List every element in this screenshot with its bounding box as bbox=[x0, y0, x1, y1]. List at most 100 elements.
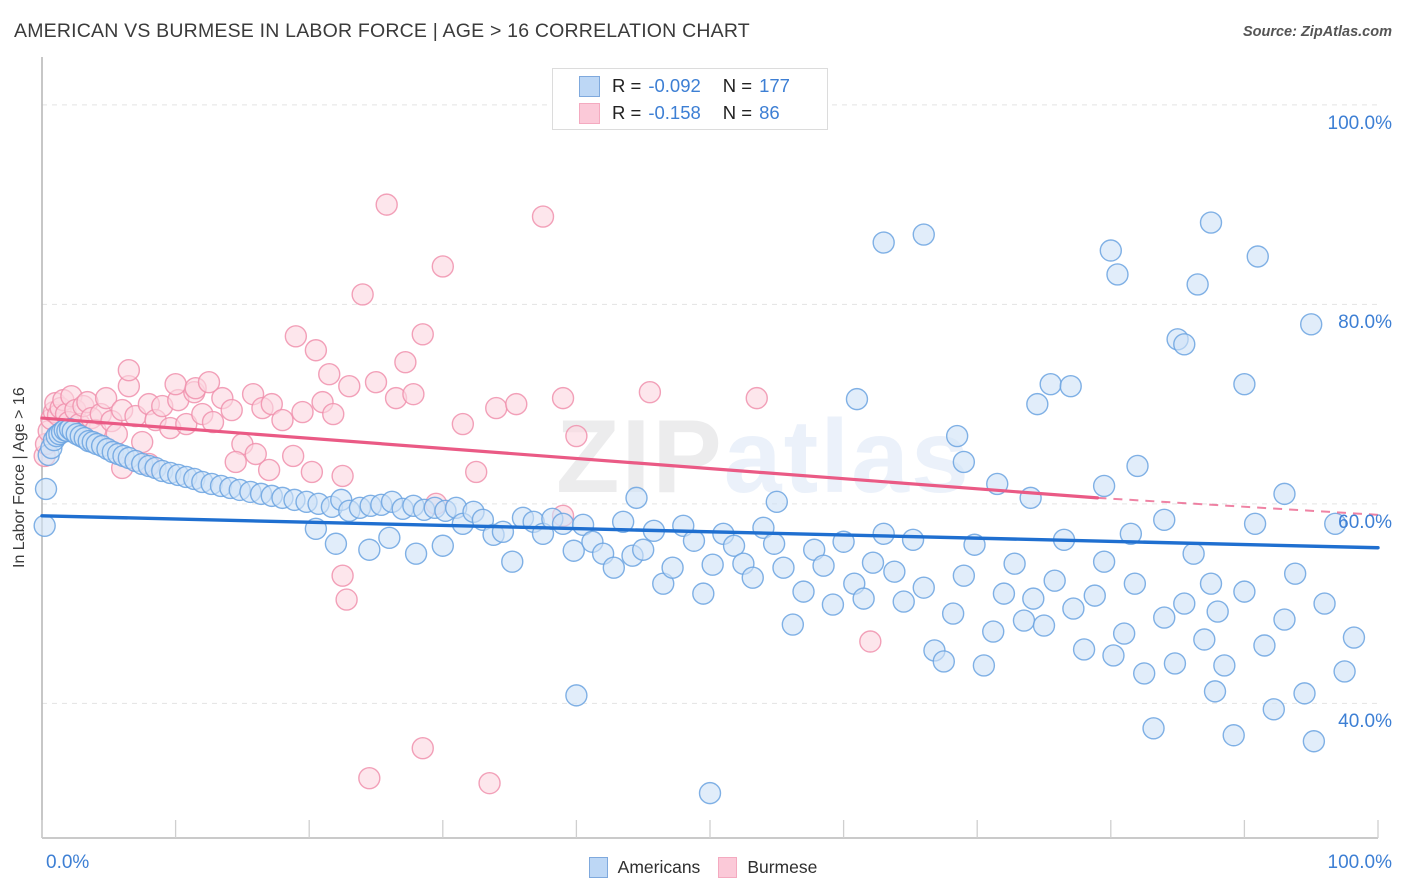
data-point bbox=[765, 490, 788, 514]
stats-legend-row-americans: R = -0.092 N = 177 bbox=[579, 74, 790, 98]
data-point bbox=[1102, 644, 1125, 667]
data-point bbox=[1153, 508, 1176, 532]
data-point bbox=[1233, 372, 1256, 396]
legend-n-value-americans: 177 bbox=[759, 75, 790, 96]
series-legend-item-burmese[interactable]: Burmese bbox=[718, 857, 817, 878]
x-axis-max-label: 100.0% bbox=[1327, 852, 1392, 873]
data-point bbox=[451, 412, 475, 436]
data-point bbox=[1182, 542, 1205, 565]
data-point bbox=[1283, 562, 1307, 585]
data-point bbox=[1246, 245, 1269, 268]
data-point bbox=[661, 556, 684, 579]
data-point bbox=[431, 534, 454, 557]
correlation-chart: AMERICAN VS BURMESE IN LABOR FORCE | AGE… bbox=[0, 0, 1406, 892]
data-point bbox=[318, 362, 341, 386]
data-point bbox=[505, 392, 528, 416]
series-label-americans: Americans bbox=[617, 857, 701, 877]
data-point bbox=[491, 520, 515, 543]
data-point bbox=[741, 566, 764, 589]
data-point bbox=[912, 223, 935, 246]
data-point bbox=[358, 538, 381, 561]
data-point bbox=[1123, 572, 1147, 595]
data-point bbox=[531, 205, 555, 228]
data-point bbox=[1012, 609, 1036, 632]
data-point bbox=[565, 424, 588, 448]
x-axis-min-label: 0.0% bbox=[46, 852, 90, 873]
data-point bbox=[1092, 550, 1116, 573]
data-point bbox=[1199, 211, 1223, 234]
data-point bbox=[478, 771, 501, 795]
y-tick-label-40: 40.0% bbox=[1338, 711, 1392, 733]
data-point bbox=[762, 532, 786, 555]
data-point bbox=[378, 526, 401, 549]
data-point bbox=[602, 556, 626, 579]
data-point bbox=[220, 398, 243, 422]
data-point bbox=[402, 382, 425, 406]
stats-legend-row-burmese: R = -0.158 N = 86 bbox=[579, 101, 780, 125]
data-point bbox=[1173, 333, 1196, 356]
data-point bbox=[394, 351, 417, 374]
data-point bbox=[1022, 587, 1045, 610]
data-point bbox=[872, 231, 895, 254]
data-point bbox=[638, 380, 662, 404]
data-point bbox=[1092, 474, 1116, 498]
data-point bbox=[912, 576, 935, 599]
legend-r-label-burmese: R = bbox=[612, 102, 642, 123]
y-tick-label-100: 100.0% bbox=[1327, 112, 1392, 134]
data-point bbox=[1019, 486, 1042, 510]
data-point bbox=[1193, 628, 1216, 651]
data-point bbox=[1273, 482, 1296, 506]
trendline-burmese-extrapolated bbox=[1097, 496, 1379, 516]
data-point bbox=[861, 551, 885, 574]
data-point bbox=[284, 325, 308, 348]
data-point bbox=[1072, 638, 1096, 661]
data-point bbox=[812, 554, 835, 577]
data-point bbox=[1173, 592, 1196, 615]
y-tick-label-60: 60.0% bbox=[1338, 511, 1392, 533]
data-point bbox=[1262, 698, 1285, 721]
legend-n-label-americans: N = bbox=[722, 75, 753, 96]
data-point bbox=[411, 323, 434, 346]
data-point bbox=[331, 564, 354, 587]
data-point bbox=[952, 564, 976, 587]
data-point bbox=[992, 582, 1016, 605]
trendline-americans bbox=[40, 514, 1380, 550]
data-point bbox=[1302, 730, 1326, 753]
data-point bbox=[1273, 608, 1296, 631]
data-point bbox=[1293, 682, 1316, 705]
data-point bbox=[952, 450, 976, 474]
data-point bbox=[1126, 454, 1149, 478]
legend-r-value-americans: -0.092 bbox=[648, 75, 701, 96]
data-point bbox=[1163, 652, 1187, 675]
data-point bbox=[1186, 273, 1209, 296]
data-point bbox=[324, 532, 348, 555]
data-point bbox=[244, 442, 267, 466]
data-point bbox=[271, 408, 294, 432]
data-point bbox=[1003, 552, 1026, 575]
data-point bbox=[1233, 580, 1256, 603]
data-point bbox=[1062, 597, 1085, 620]
data-point bbox=[901, 528, 925, 551]
series-points-americans bbox=[33, 211, 1366, 805]
data-point bbox=[331, 464, 354, 488]
data-point bbox=[322, 402, 345, 426]
series-legend-item-americans[interactable]: Americans bbox=[588, 857, 701, 878]
data-point bbox=[300, 460, 324, 484]
data-point bbox=[1099, 239, 1123, 262]
data-point bbox=[375, 193, 398, 216]
data-point bbox=[1299, 313, 1323, 336]
data-point bbox=[692, 582, 715, 605]
data-point bbox=[465, 460, 488, 484]
data-point bbox=[781, 613, 805, 636]
data-point bbox=[745, 386, 768, 410]
data-point bbox=[792, 580, 815, 603]
data-point bbox=[701, 553, 724, 576]
data-point bbox=[941, 602, 965, 625]
data-point bbox=[1313, 592, 1336, 615]
data-point bbox=[682, 529, 706, 552]
data-point bbox=[772, 556, 795, 579]
legend-swatch-burmese bbox=[579, 102, 600, 124]
data-point bbox=[1199, 572, 1223, 595]
data-point bbox=[972, 654, 996, 677]
data-point bbox=[872, 522, 895, 545]
